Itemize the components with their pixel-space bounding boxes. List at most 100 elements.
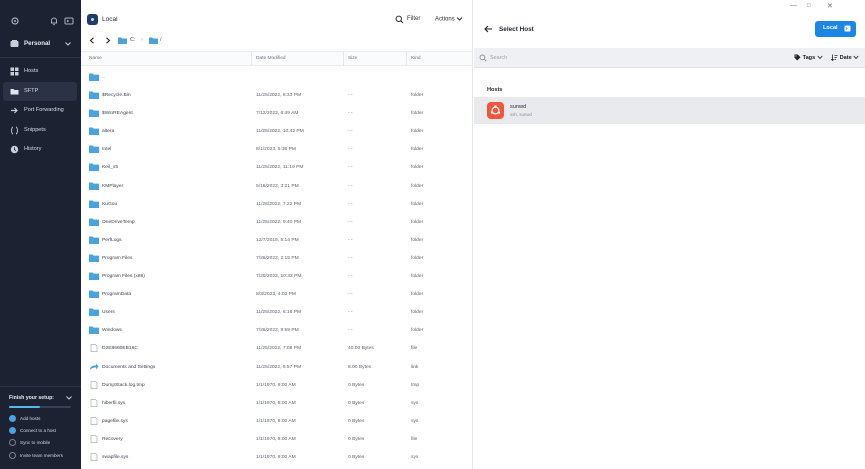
file-kind: sys [411, 454, 419, 460]
table-row[interactable]: DumpStack.log.tmp 1/1/1970, 8:00 AM 0 Byte… [81, 376, 472, 394]
table-row[interactable]: KMPlayer 5/18/2023, 3:21 PM - - folder [81, 177, 472, 195]
clock-icon [10, 146, 19, 154]
table-row[interactable]: $Recycle.Bin 11/25/2022, 6:33 PM - - folder [81, 86, 472, 104]
file-icon [90, 434, 98, 443]
date-sort-button[interactable]: Date [831, 54, 859, 62]
file-size: 0 Bytes [348, 454, 365, 460]
host-search-bar: Tags Date [474, 48, 865, 68]
bell-icon[interactable] [49, 16, 59, 26]
local-button[interactable]: Local [815, 21, 856, 37]
folder-icon [89, 163, 99, 172]
file-size: - - [348, 93, 353, 99]
file-size: 8.00 Bytes [348, 364, 372, 370]
table-row[interactable]: Recovery 1/1/1970, 8:00 AM 0 Bytes file [81, 430, 472, 448]
close-window-button[interactable]: ✕ [827, 2, 833, 10]
column-header-name[interactable]: Name [89, 56, 102, 61]
check-icon [9, 415, 16, 422]
file-date: 7/28/2023, 2:15 PM [256, 255, 299, 261]
vault-selector[interactable]: Personal [0, 36, 81, 54]
table-row[interactable]: .. [81, 68, 472, 86]
path-drive[interactable]: C: [130, 37, 136, 43]
file-size: - - [348, 255, 353, 261]
table-row[interactable]: Keil_v5 11/25/2022, 11:19 PM - - folder [81, 158, 472, 176]
folder-icon [89, 182, 99, 190]
folder-icon [149, 37, 158, 44]
file-kind: folder [411, 183, 424, 189]
folder-icon [89, 200, 99, 208]
table-row[interactable]: swapfile.sys 1/1/1970, 8:00 AM 0 Bytes sys [81, 448, 472, 466]
file-date: 1/1/1970, 8:00 AM [256, 436, 296, 442]
table-row[interactable]: Program Files (x86) 7/20/2023, 10:32 PM - … [81, 267, 472, 285]
table-row[interactable]: PerfLogs 12/7/2019, 5:14 PM - - folder [81, 231, 472, 249]
file-list: .. $Recycle.Bin 11/25/2022, 6:33 PM - - fold… [81, 68, 472, 466]
column-header-kind[interactable]: Kind [411, 56, 421, 61]
sidebar-nav: Hosts SFTP Port Forwarding Snippets Hist… [0, 62, 81, 160]
file-size: - - [348, 201, 353, 207]
file-date: 1/1/1970, 8:00 AM [256, 418, 296, 424]
forward-arrow-icon[interactable] [105, 37, 111, 44]
table-row[interactable]: ProgramData 8/3/2023, 4:02 PM - - folder [81, 285, 472, 303]
file-size: - - [348, 219, 353, 225]
folder-icon [89, 218, 99, 226]
tag-icon [794, 54, 801, 61]
table-row[interactable]: OneDriveTemp 11/25/2022, 9:40 PM - - folder [81, 213, 472, 231]
table-row[interactable]: altera 11/25/2022, 10:42 PM - - folder [81, 122, 472, 140]
sidebar-item-label: History [24, 146, 42, 153]
setup-step-connect[interactable]: Connect to a host [9, 427, 79, 436]
file-kind: folder [411, 201, 424, 207]
tags-filter-button[interactable]: Tags [794, 54, 823, 61]
column-header-date[interactable]: Date Modified [256, 56, 286, 61]
file-name: OneDriveTemp [102, 219, 135, 225]
sidebar-item-port-forwarding[interactable]: Port Forwarding [3, 101, 77, 121]
host-card-sunwd[interactable]: sunwd ssh, sunwd [474, 97, 865, 124]
file-size: 0 Bytes [348, 418, 365, 424]
column-divider[interactable] [343, 52, 344, 66]
chevron-down-icon [853, 55, 859, 60]
chevron-down-icon [817, 55, 823, 60]
table-row[interactable]: pagefile.sys 1/1/1970, 8:00 AM 0 Bytes sys [81, 412, 472, 430]
sidebar-item-history[interactable]: History [3, 140, 77, 160]
setup-progress-bar [9, 406, 71, 408]
column-divider[interactable] [406, 52, 407, 66]
chevron-down-icon [65, 42, 71, 46]
actions-menu-button[interactable]: Actions [435, 16, 463, 23]
file-name: $Recycle.Bin [102, 93, 131, 99]
table-row[interactable]: D2E8660EB16C 11/25/2022, 7:08 PM 40.00 Byt… [81, 339, 472, 357]
table-row[interactable]: Intel 8/1/2023, 5:36 PM - - folder [81, 140, 472, 158]
terminal-icon[interactable] [64, 16, 74, 26]
sidebar-item-snippets[interactable]: Snippets [3, 121, 77, 141]
maximize-window-button[interactable]: □ [807, 3, 811, 9]
file-kind: folder [411, 147, 424, 153]
host-search-input[interactable] [490, 52, 780, 64]
minimize-window-button[interactable]: — [790, 2, 797, 9]
table-row[interactable]: Windows 7/28/2023, 9:59 PM - - folder [81, 321, 472, 339]
back-arrow-icon[interactable] [89, 37, 95, 44]
path-root[interactable]: / [160, 37, 162, 43]
setup-step-sync[interactable]: Sync to mobile [9, 439, 79, 448]
table-row[interactable]: Users 11/25/2022, 6:16 PM - - folder [81, 303, 472, 321]
file-name: DumpStack.log.tmp [102, 382, 145, 388]
column-divider[interactable] [251, 52, 252, 66]
select-host-panel: — □ ✕ Select Host Local Tags Date Hosts … [474, 0, 865, 469]
setup-step-add-hosts[interactable]: Add hosts [9, 415, 79, 424]
table-row[interactable]: Program Files 7/28/2023, 2:15 PM - - folder [81, 249, 472, 267]
local-badge-icon [87, 14, 98, 25]
setup-step-invite[interactable]: Invite team members [9, 452, 79, 461]
sidebar-item-sftp[interactable]: SFTP [3, 81, 77, 102]
file-name: KuGou [102, 201, 118, 207]
chevron-down-icon[interactable] [65, 394, 73, 402]
file-date: 11/25/2022, 10:42 PM [256, 129, 304, 135]
local-button-label: Local [823, 25, 838, 31]
gear-icon[interactable] [10, 16, 20, 26]
back-arrow-icon[interactable] [484, 25, 493, 33]
file-size: - - [348, 129, 353, 135]
grid-icon [10, 67, 19, 76]
column-header-size[interactable]: Size [348, 56, 357, 61]
sidebar-item-hosts[interactable]: Hosts [3, 62, 77, 82]
file-kind: link [411, 364, 419, 370]
table-row[interactable]: hiberfil.sys 1/1/1970, 8:00 AM 0 Bytes sys [81, 394, 472, 412]
search-icon [479, 54, 487, 62]
table-row[interactable]: $WinREAgent 7/12/2023, 6:49 AM - - folder [81, 104, 472, 122]
table-row[interactable]: Documents and Settings 11/25/2022, 5:57 P… [81, 358, 472, 376]
table-row[interactable]: KuGou 11/26/2022, 7:22 PM - - folder [81, 195, 472, 213]
